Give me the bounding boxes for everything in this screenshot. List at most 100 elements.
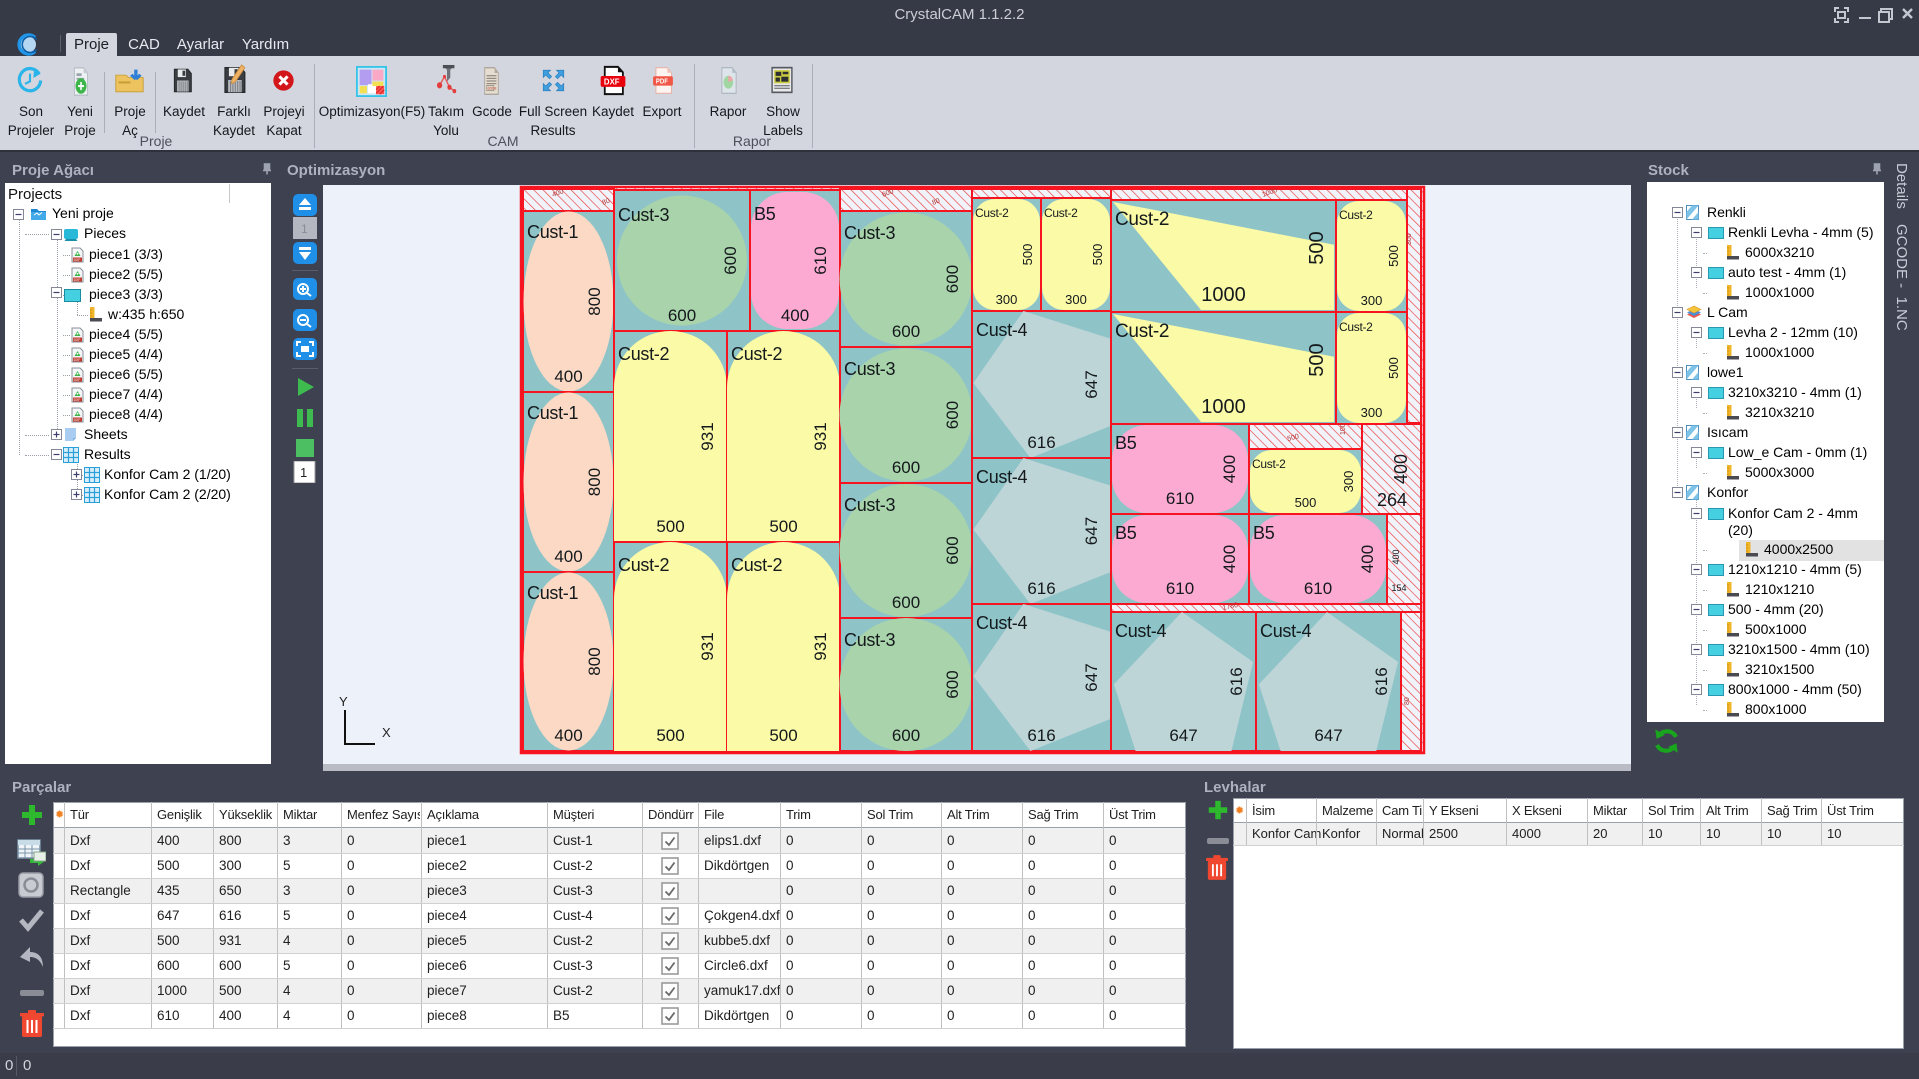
svg-text:Cust-2: Cust-2 [1115, 321, 1169, 342]
svg-text:400: 400 [554, 547, 582, 566]
svg-text:Cust-1: Cust-1 [527, 583, 579, 603]
svg-text:Cust-4: Cust-4 [976, 613, 1028, 633]
svg-text:Cust-2: Cust-2 [618, 555, 670, 575]
svg-text:Cust-3: Cust-3 [618, 205, 670, 225]
svg-text:400: 400 [1220, 455, 1239, 483]
svg-text:500: 500 [1090, 244, 1105, 266]
svg-text:500: 500 [1386, 245, 1401, 267]
svg-text:600: 600 [892, 322, 920, 341]
svg-text:931: 931 [698, 422, 717, 450]
svg-text:500: 500 [769, 726, 797, 745]
svg-text:616: 616 [1027, 433, 1055, 452]
svg-text:B5: B5 [1253, 523, 1275, 543]
svg-text:Cust-1: Cust-1 [527, 222, 579, 242]
svg-text:1: 1 [300, 465, 307, 480]
svg-text:DXF: DXF [74, 338, 81, 342]
svg-text:600: 600 [943, 401, 962, 429]
svg-text:500: 500 [1295, 495, 1317, 510]
svg-text:X: X [382, 725, 391, 740]
svg-text:600: 600 [943, 536, 962, 564]
svg-text:300: 300 [1406, 233, 1413, 245]
svg-text:100: 100 [1340, 423, 1347, 435]
svg-text:DXF: DXF [74, 378, 81, 382]
svg-text:610: 610 [811, 246, 830, 274]
svg-text:Cust-2: Cust-2 [618, 344, 670, 364]
svg-text:616: 616 [1027, 726, 1055, 745]
svg-text:1000: 1000 [1201, 396, 1246, 418]
svg-text:B5: B5 [1115, 523, 1137, 543]
svg-text:264: 264 [1377, 490, 1407, 510]
svg-text:GCODE: GCODE [487, 86, 496, 91]
svg-text:600: 600 [943, 265, 962, 293]
svg-text:DXF: DXF [74, 358, 81, 362]
svg-text:DXF: DXF [74, 398, 81, 402]
svg-text:Cust-3: Cust-3 [844, 223, 896, 243]
svg-text:Y: Y [339, 694, 348, 709]
svg-text:400: 400 [1391, 549, 1401, 564]
svg-text:Cust-1: Cust-1 [527, 403, 579, 423]
svg-text:500: 500 [769, 517, 797, 536]
svg-text:616: 616 [1227, 667, 1246, 695]
svg-text:300: 300 [996, 292, 1018, 307]
svg-text:800: 800 [585, 647, 604, 675]
svg-text:610: 610 [1166, 579, 1194, 598]
svg-text:500: 500 [1306, 231, 1328, 264]
svg-text:1000: 1000 [1201, 284, 1246, 306]
svg-text:400: 400 [1391, 454, 1411, 484]
svg-text:931: 931 [811, 632, 830, 660]
svg-text:500: 500 [656, 517, 684, 536]
svg-text:600: 600 [892, 593, 920, 612]
svg-text:Cust-2: Cust-2 [1044, 206, 1078, 220]
svg-text:DXF: DXF [74, 418, 81, 422]
svg-text:647: 647 [1314, 726, 1342, 745]
svg-text:931: 931 [811, 422, 830, 450]
svg-text:1: 1 [301, 222, 308, 236]
svg-text:Cust-3: Cust-3 [844, 359, 896, 379]
svg-text:300: 300 [1065, 292, 1087, 307]
svg-text:610: 610 [1304, 579, 1332, 598]
svg-text:DXF: DXF [604, 77, 620, 86]
svg-text:800: 800 [585, 287, 604, 315]
svg-text:600: 600 [892, 726, 920, 745]
svg-text:PDF: PDF [656, 78, 668, 86]
svg-text:Cust-2: Cust-2 [1339, 320, 1373, 334]
svg-text:Cust-4: Cust-4 [976, 320, 1028, 340]
svg-text:600: 600 [668, 306, 696, 325]
svg-text:Cust-2: Cust-2 [1115, 209, 1169, 230]
svg-text:Cust-4: Cust-4 [1115, 621, 1167, 641]
svg-text:400: 400 [554, 367, 582, 386]
svg-text:600: 600 [892, 458, 920, 477]
svg-text:Cust-2: Cust-2 [731, 344, 783, 364]
svg-text:Cust-4: Cust-4 [976, 467, 1028, 487]
svg-text:500: 500 [1306, 343, 1328, 376]
svg-text:647: 647 [1169, 726, 1197, 745]
svg-text:300: 300 [1361, 293, 1383, 308]
svg-text:647: 647 [1082, 663, 1101, 691]
svg-text:B5: B5 [1115, 433, 1137, 453]
svg-text:DXF: DXF [74, 258, 81, 262]
svg-text:400: 400 [781, 306, 809, 325]
svg-text:Cust-2: Cust-2 [1339, 208, 1373, 222]
svg-text:Cust-3: Cust-3 [844, 630, 896, 650]
svg-text:Cust-2: Cust-2 [1252, 457, 1286, 471]
svg-text:Cust-2: Cust-2 [731, 555, 783, 575]
svg-text:300: 300 [1341, 471, 1356, 493]
svg-text:80: 80 [1404, 697, 1411, 705]
svg-text:300: 300 [1361, 405, 1383, 420]
svg-text:400: 400 [1358, 545, 1377, 573]
svg-text:154: 154 [1391, 583, 1406, 593]
svg-text:500: 500 [1386, 357, 1401, 379]
svg-text:616: 616 [1372, 667, 1391, 695]
svg-text:B5: B5 [754, 204, 776, 224]
svg-text:400: 400 [1220, 545, 1239, 573]
svg-text:647: 647 [1082, 370, 1101, 398]
svg-text:500: 500 [656, 726, 684, 745]
svg-text:600: 600 [721, 246, 740, 274]
svg-text:DXF: DXF [74, 278, 81, 282]
svg-text:610: 610 [1166, 489, 1194, 508]
svg-text:Cust-2: Cust-2 [975, 206, 1009, 220]
svg-text:500: 500 [1020, 244, 1035, 266]
svg-text:931: 931 [698, 632, 717, 660]
svg-text:Cust-4: Cust-4 [1260, 621, 1312, 641]
svg-text:Cust-3: Cust-3 [844, 495, 896, 515]
